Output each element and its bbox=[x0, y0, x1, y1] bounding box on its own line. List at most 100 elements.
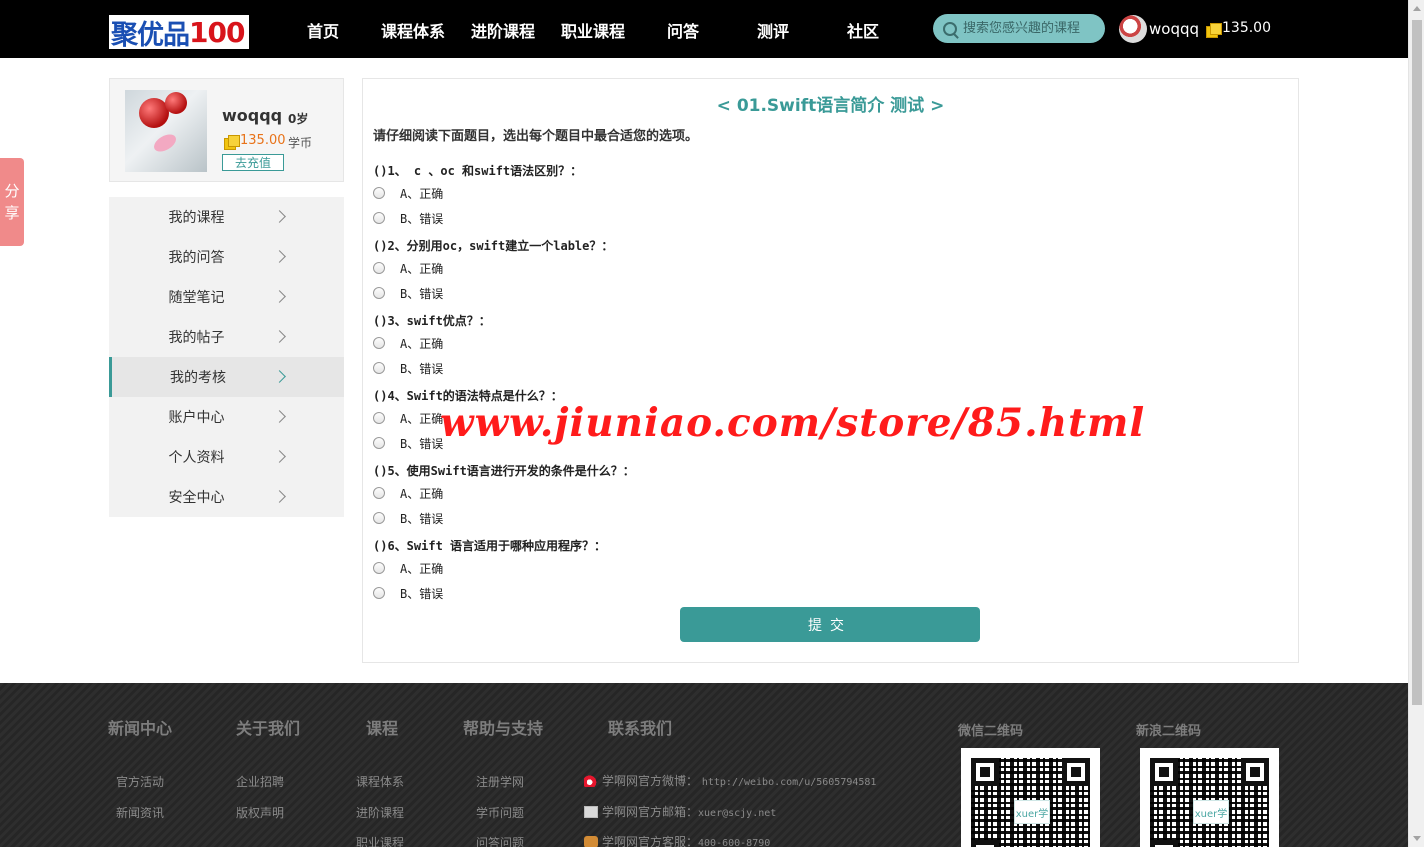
header-avatar[interactable] bbox=[1119, 15, 1147, 43]
question-2-option-b[interactable]: B、错误 bbox=[373, 285, 443, 301]
footer-link[interactable]: 注册学网 bbox=[476, 773, 524, 790]
footer-link[interactable]: 学币问题 bbox=[476, 804, 524, 821]
qr-finder-mark bbox=[971, 840, 999, 847]
contact-phone[interactable]: 学啊网官方客服：400-600-8790 bbox=[584, 833, 770, 847]
question-2-option-a[interactable]: A、正确 bbox=[373, 260, 443, 276]
weibo-qr-code: xuer学 bbox=[1140, 748, 1279, 847]
sidebar-item-profile[interactable]: 个人资料 bbox=[109, 437, 344, 477]
weibo-qr-title: 新浪二维码 bbox=[1136, 724, 1202, 739]
recharge-button[interactable]: 去充值 bbox=[222, 154, 284, 171]
nav-course-system[interactable]: 课程体系 bbox=[381, 18, 445, 42]
footer-link[interactable]: 课程体系 bbox=[356, 773, 404, 790]
question-6-option-b[interactable]: B、错误 bbox=[373, 585, 443, 601]
sidebar-item-label: 个人资料 bbox=[168, 450, 225, 466]
question-6-option-a[interactable]: A、正确 bbox=[373, 560, 443, 576]
option-label: A、正确 bbox=[400, 411, 444, 426]
question-3-option-a[interactable]: A、正确 bbox=[373, 335, 443, 351]
question-3-option-b[interactable]: B、错误 bbox=[373, 360, 443, 376]
coin-icon bbox=[224, 135, 240, 150]
contact-label: 学啊网官方客服： bbox=[602, 835, 699, 847]
chevron-right-icon bbox=[273, 290, 286, 303]
footer-link[interactable]: 职业课程 bbox=[356, 834, 404, 847]
footer-link[interactable]: 问答问题 bbox=[476, 834, 524, 847]
radio-button[interactable] bbox=[373, 187, 385, 199]
footer-link[interactable]: 版权声明 bbox=[236, 804, 284, 821]
option-label: B、错误 bbox=[400, 286, 444, 301]
sidebar-item-label: 账户中心 bbox=[168, 410, 225, 426]
question-5-option-b[interactable]: B、错误 bbox=[373, 510, 443, 526]
question-1-option-b[interactable]: B、错误 bbox=[373, 210, 443, 226]
option-label: A、正确 bbox=[400, 336, 444, 351]
sidebar-item-security[interactable]: 安全中心 bbox=[109, 477, 344, 517]
scroll-thumb[interactable] bbox=[1412, 20, 1422, 705]
radio-button[interactable] bbox=[373, 337, 385, 349]
radio-button[interactable] bbox=[373, 437, 385, 449]
scroll-down-arrow-icon[interactable] bbox=[1413, 836, 1421, 841]
chevron-right-icon bbox=[273, 330, 286, 343]
sidebar-item-my-assessment[interactable]: 我的考核 bbox=[109, 357, 344, 397]
radio-button[interactable] bbox=[373, 212, 385, 224]
radio-button[interactable] bbox=[373, 362, 385, 374]
radio-button[interactable] bbox=[373, 262, 385, 274]
contact-weibo[interactable]: 学啊网官方微博： http://weibo.com/u/5605794581 bbox=[584, 772, 876, 789]
sidebar-item-account-center[interactable]: 账户中心 bbox=[109, 397, 344, 437]
footer-heading-courses: 课程 bbox=[366, 719, 399, 738]
profile-avatar[interactable] bbox=[125, 90, 207, 172]
share-char-1: 分 bbox=[4, 182, 20, 200]
chevron-right-icon bbox=[273, 370, 286, 383]
nav-home[interactable]: 首页 bbox=[307, 18, 339, 42]
option-label: A、正确 bbox=[400, 261, 444, 276]
radio-button[interactable] bbox=[373, 487, 385, 499]
footer-link[interactable]: 企业招聘 bbox=[236, 773, 284, 790]
site-logo[interactable]: 聚优品 100 bbox=[109, 15, 249, 49]
chevron-right-icon bbox=[273, 490, 286, 503]
search-icon[interactable] bbox=[943, 21, 957, 36]
sidebar-item-notes[interactable]: 随堂笔记 bbox=[109, 277, 344, 317]
question-5-option-a[interactable]: A、正确 bbox=[373, 485, 443, 501]
sidebar-item-my-courses[interactable]: 我的课程 bbox=[109, 197, 344, 237]
question-4-option-a[interactable]: A、正确 bbox=[373, 410, 443, 426]
option-label: A、正确 bbox=[400, 186, 444, 201]
radio-button[interactable] bbox=[373, 512, 385, 524]
qr-code-pattern: xuer学 bbox=[971, 758, 1090, 847]
nav-qa[interactable]: 问答 bbox=[667, 18, 699, 42]
nav-assessment[interactable]: 测评 bbox=[757, 18, 789, 42]
contact-email[interactable]: 学啊网官方邮箱：xuer@scjy.net bbox=[584, 803, 776, 820]
qr-finder-mark bbox=[1150, 840, 1178, 847]
scroll-up-arrow-icon[interactable] bbox=[1413, 6, 1421, 11]
contact-label: 学啊网官方邮箱： bbox=[602, 805, 699, 819]
footer-link[interactable]: 官方活动 bbox=[116, 773, 164, 790]
header-username[interactable]: woqqq bbox=[1149, 20, 1199, 38]
wechat-qr-code: xuer学 bbox=[961, 748, 1100, 847]
submit-button[interactable]: 提交 bbox=[680, 607, 980, 642]
radio-button[interactable] bbox=[373, 287, 385, 299]
share-tab[interactable]: 分 享 bbox=[0, 158, 24, 246]
coin-icon bbox=[1206, 23, 1222, 38]
question-4-option-b[interactable]: B、错误 bbox=[373, 435, 443, 451]
contact-value: xuer@scjy.net bbox=[698, 808, 777, 819]
option-label: B、错误 bbox=[400, 211, 444, 226]
footer-link[interactable]: 进阶课程 bbox=[356, 804, 404, 821]
radio-button[interactable] bbox=[373, 562, 385, 574]
account-sidebar: 我的课程 我的问答 随堂笔记 我的帖子 我的考核 账户中心 个人资料 安全中心 bbox=[109, 197, 344, 517]
petal-decoration bbox=[151, 130, 179, 156]
wechat-qr-title: 微信二维码 bbox=[958, 724, 1024, 739]
question-1: ()1、 c 、oc 和swift语法区别？： bbox=[373, 164, 583, 178]
question-3: ()3、swift优点？： bbox=[373, 314, 491, 328]
radio-button[interactable] bbox=[373, 587, 385, 599]
sidebar-item-my-posts[interactable]: 我的帖子 bbox=[109, 317, 344, 357]
chevron-right-icon bbox=[273, 210, 286, 223]
chevron-right-icon bbox=[273, 410, 286, 423]
nav-career-courses[interactable]: 职业课程 bbox=[561, 18, 625, 42]
search-input[interactable] bbox=[963, 21, 1093, 36]
nav-community[interactable]: 社区 bbox=[847, 18, 879, 42]
watermark-text: www.jiuniao.com/store/85.html bbox=[440, 400, 1146, 446]
footer-link[interactable]: 新闻资讯 bbox=[116, 804, 164, 821]
sidebar-item-my-qa[interactable]: 我的问答 bbox=[109, 237, 344, 277]
radio-button[interactable] bbox=[373, 412, 385, 424]
nav-advanced-courses[interactable]: 进阶课程 bbox=[471, 18, 535, 42]
footer-heading-contact: 联系我们 bbox=[608, 719, 673, 738]
question-1-option-a[interactable]: A、正确 bbox=[373, 185, 443, 201]
logo-text-cn: 聚优品 bbox=[111, 19, 190, 50]
page-scrollbar[interactable] bbox=[1408, 0, 1424, 847]
